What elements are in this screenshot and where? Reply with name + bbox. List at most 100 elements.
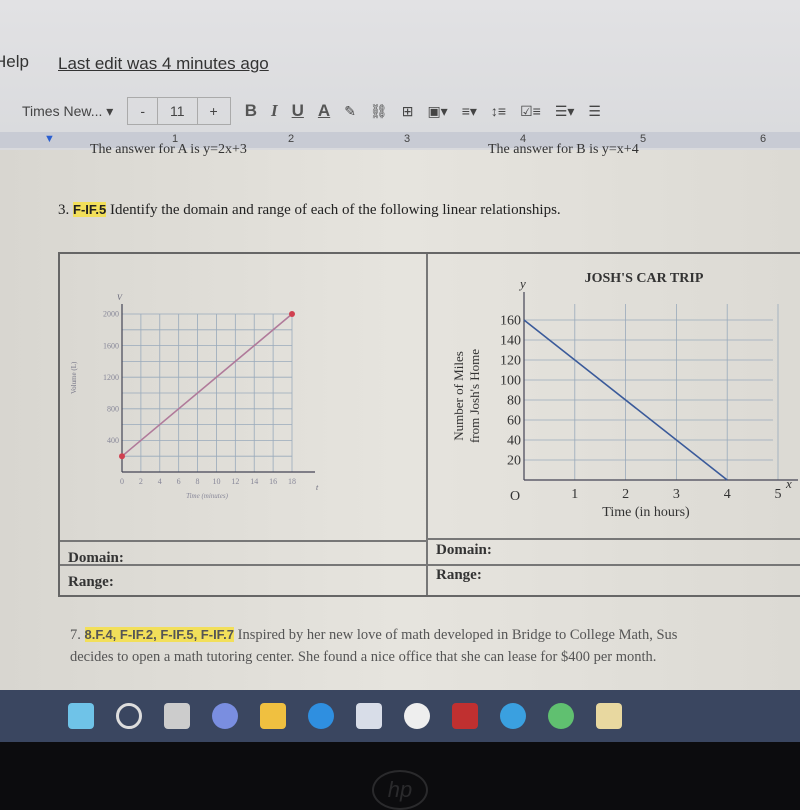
- comment-icon[interactable]: ⊞: [402, 103, 414, 120]
- numbered-list-icon[interactable]: ☰: [588, 103, 601, 120]
- x-axis-letter: x: [785, 476, 792, 491]
- previous-answer-a: The answer for A is y=2x+3: [90, 142, 247, 157]
- x-tick-label: 2: [139, 477, 143, 486]
- y-axis-title: Number of Miles: [451, 351, 466, 441]
- y-tick-label: 60: [507, 414, 521, 429]
- indent-marker-icon[interactable]: ▼: [44, 133, 55, 145]
- link-icon[interactable]: ⛓: [370, 103, 388, 120]
- y-tick-label: 100: [500, 374, 521, 389]
- y-axis-title: from Josh's Home: [467, 349, 482, 443]
- standard-tag: F-IF.5: [73, 202, 107, 217]
- question-text: Identify the domain and range of each of…: [109, 202, 561, 218]
- domain-label-a[interactable]: Domain:: [68, 550, 124, 567]
- taskbar: [0, 690, 800, 742]
- help-icon[interactable]: [500, 703, 526, 729]
- domain-range-table: Domain: Range: Domain: Range: 0 2 4 6 8 10 12 1…: [58, 252, 800, 597]
- hp-logo: hp: [372, 770, 428, 810]
- y-tick-label: 1600: [103, 341, 119, 350]
- y-tick-label: 80: [507, 394, 521, 409]
- align-icon[interactable]: ≡▾: [462, 103, 477, 120]
- store-icon[interactable]: [356, 703, 382, 729]
- range-label-b[interactable]: Range:: [436, 567, 482, 584]
- car-trip-chart: 1 2 3 4 5 20 40 60 80 100 120 140 160 Number of Miles…: [451, 271, 798, 520]
- bullet-list-icon[interactable]: ☰▾: [555, 103, 575, 120]
- x-tick-label: 1: [571, 487, 578, 502]
- data-point: [289, 311, 295, 317]
- y-tick-label: 20: [507, 454, 521, 469]
- x-tick-label: 5: [775, 487, 782, 502]
- y-tick-label: 40: [507, 434, 521, 449]
- question-7: 7. 8.F.4, F-IF.2, F-IF.5, F-IF.7 Inspire…: [70, 624, 677, 668]
- menu-help[interactable]: Help: [0, 52, 29, 72]
- files-icon[interactable]: [596, 703, 622, 729]
- question-number: 7.: [70, 627, 81, 643]
- font-size-control: - 11 +: [127, 97, 231, 125]
- y-tick-label: 800: [107, 404, 119, 413]
- question-3: 3. F-IF.5 Identify the domain and range …: [58, 202, 561, 219]
- line-spacing-icon[interactable]: ↕≡: [491, 103, 506, 119]
- chrome-icon[interactable]: [548, 703, 574, 729]
- chat-icon[interactable]: [212, 703, 238, 729]
- browser-chrome: Help Last edit was 4 minutes ago Times N…: [0, 0, 800, 150]
- ruler-mark: 2: [288, 133, 295, 145]
- x-tick-label: 10: [212, 477, 220, 486]
- x-axis-title: Time (in hours): [602, 505, 690, 520]
- domain-label-b[interactable]: Domain:: [436, 542, 492, 559]
- x-tick-label: 4: [158, 477, 162, 486]
- x-tick-label: 4: [724, 487, 731, 502]
- app-icon[interactable]: [404, 703, 430, 729]
- question-number: 3.: [58, 202, 70, 218]
- x-tick-label: 8: [196, 477, 200, 486]
- windows-start-icon[interactable]: [68, 703, 94, 729]
- task-view-icon[interactable]: [164, 703, 190, 729]
- x-tick-label: 18: [288, 477, 296, 486]
- standard-tag: 8.F.4, F-IF.2, F-IF.5, F-IF.7: [84, 627, 235, 642]
- x-tick-label: 6: [177, 477, 181, 486]
- x-tick-label: 0: [120, 477, 124, 486]
- y-tick-label: 2000: [103, 310, 119, 319]
- volume-chart: 0 2 4 6 8 10 12 14 16 18 400 800 1200 1600 2000 Volume …: [70, 293, 319, 500]
- last-edit-link[interactable]: Last edit was 4 minutes ago: [58, 54, 269, 74]
- x-axis-title: Time (minutes): [186, 492, 228, 500]
- font-size-input[interactable]: 11: [158, 98, 198, 124]
- file-explorer-icon[interactable]: [260, 703, 286, 729]
- image-icon[interactable]: ▣▾: [427, 103, 447, 120]
- decrease-font-button[interactable]: -: [128, 98, 158, 124]
- chart-title: JOSH'S CAR TRIP: [585, 271, 704, 286]
- x-tick-label: 14: [250, 477, 258, 486]
- y-tick-label: 400: [107, 436, 119, 445]
- y-axis-title: Volume (L): [70, 361, 78, 394]
- document-page[interactable]: The answer for A is y=2x+3 The answer fo…: [0, 142, 800, 690]
- x-tick-label: 16: [269, 477, 277, 486]
- data-line: [121, 313, 293, 457]
- checklist-icon[interactable]: ☑≡: [520, 103, 541, 120]
- highlight-icon[interactable]: ✎: [344, 103, 356, 120]
- toolbar: Times New... ▾ - 11 + B I U A ✎ ⛓ ⊞ ▣▾ ≡…: [0, 94, 800, 128]
- ruler-mark: 5: [640, 133, 647, 145]
- origin-label: O: [510, 489, 520, 504]
- question-text: decides to open a math tutoring center. …: [70, 649, 657, 665]
- edge-icon[interactable]: [308, 703, 334, 729]
- previous-answer-b: The answer for B is y=x+4: [488, 142, 639, 157]
- x-tick-label: 2: [622, 487, 629, 502]
- x-tick-label: 3: [673, 487, 680, 502]
- search-icon[interactable]: [116, 703, 142, 729]
- y-tick-label: 160: [500, 314, 521, 329]
- text-color-button[interactable]: A: [318, 101, 330, 121]
- y-tick-label: 140: [500, 334, 521, 349]
- bold-button[interactable]: B: [245, 101, 257, 121]
- x-tick-label: 12: [231, 477, 239, 486]
- y-axis-letter: y: [518, 276, 526, 291]
- font-select[interactable]: Times New... ▾: [22, 103, 113, 120]
- y-axis-letter: V: [117, 293, 123, 302]
- increase-font-button[interactable]: +: [198, 98, 230, 124]
- y-tick-label: 120: [500, 354, 521, 369]
- mcafee-icon[interactable]: [452, 703, 478, 729]
- x-axis-letter: t: [316, 483, 319, 492]
- italic-button[interactable]: I: [271, 101, 278, 121]
- question-text: Inspired by her new love of math develop…: [237, 627, 678, 643]
- range-label-a[interactable]: Range:: [68, 574, 114, 591]
- underline-button[interactable]: U: [292, 101, 304, 121]
- y-tick-label: 1200: [103, 373, 119, 382]
- ruler-mark: 6: [760, 133, 767, 145]
